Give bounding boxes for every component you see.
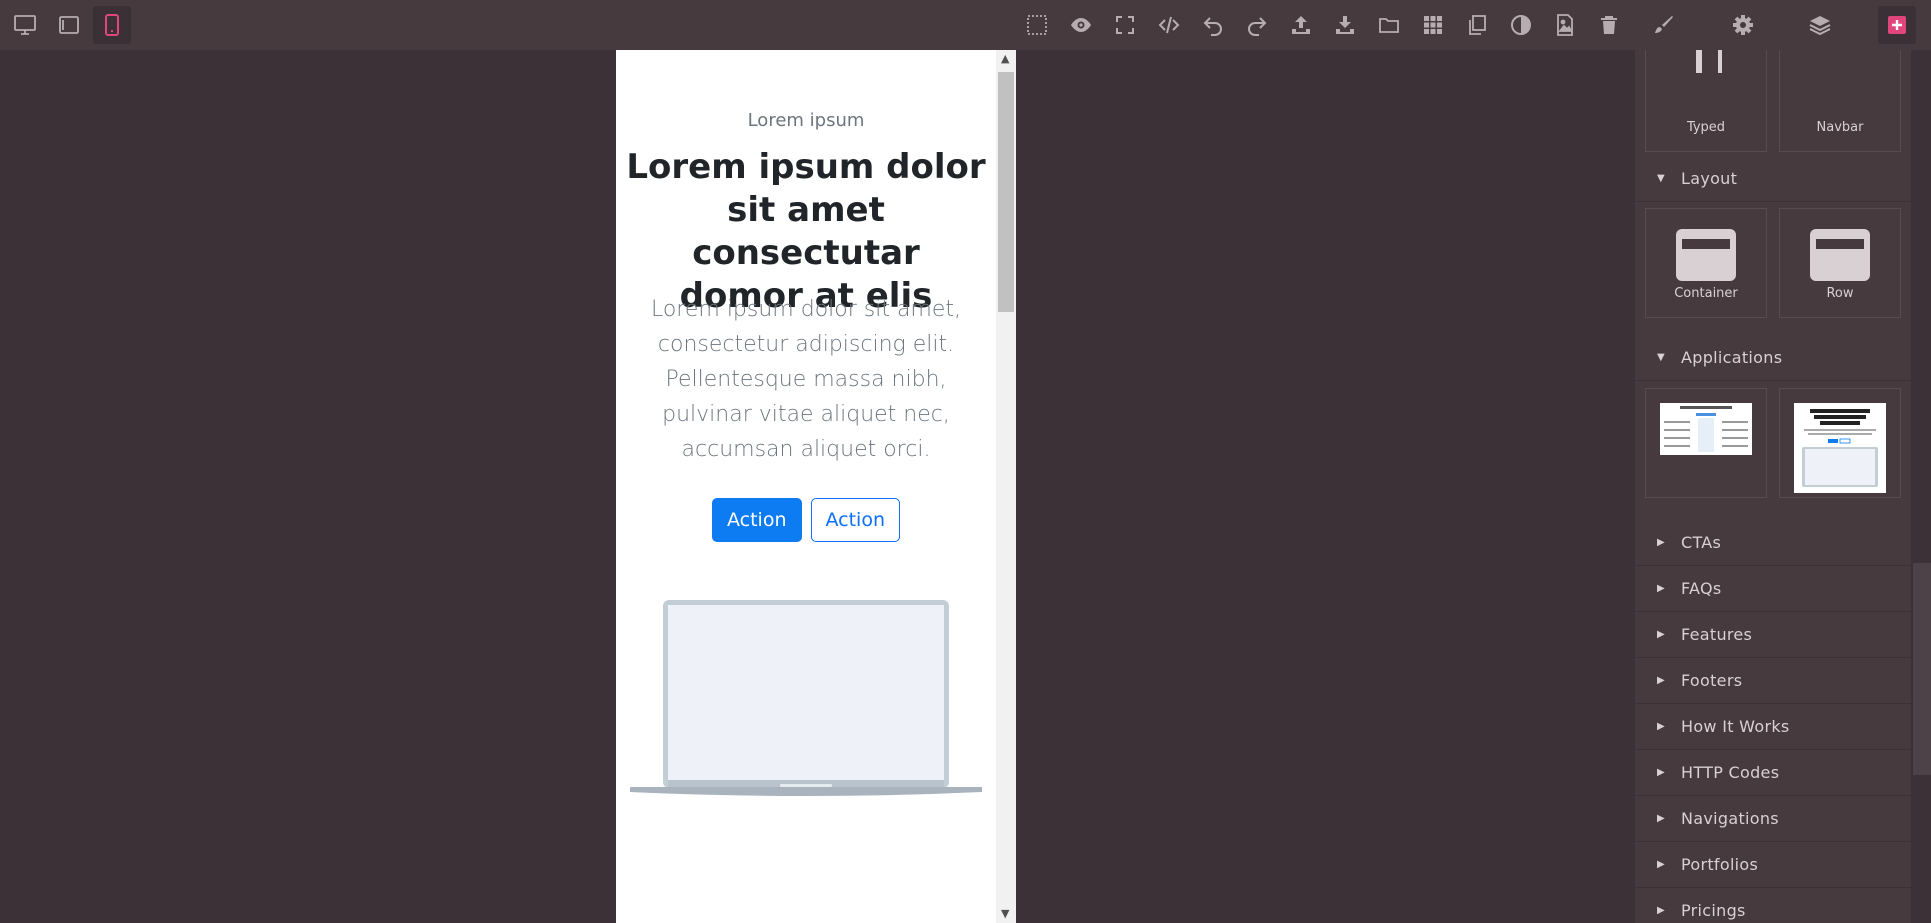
caret-right-icon: ▶	[1657, 721, 1665, 732]
category-ctas[interactable]: ▶ CTAs	[1635, 520, 1911, 566]
upload-icon[interactable]	[1282, 6, 1320, 44]
image-icon[interactable]	[1546, 6, 1584, 44]
row-icon	[1810, 229, 1870, 281]
desktop-icon[interactable]	[6, 6, 44, 44]
laptop-illustration[interactable]	[630, 600, 982, 800]
caret-right-icon: ▶	[1657, 537, 1665, 548]
caret-right-icon: ▶	[1657, 859, 1665, 870]
category-navigations[interactable]: ▶ Navigations	[1635, 796, 1911, 842]
plus-square-icon[interactable]	[1878, 6, 1916, 44]
typed-icon	[1696, 50, 1722, 73]
gear-icon[interactable]	[1724, 6, 1762, 44]
layers-icon[interactable]	[1801, 6, 1839, 44]
brush-icon[interactable]	[1645, 6, 1683, 44]
caret-right-icon: ▶	[1657, 905, 1665, 916]
block-group-top: Typed Navbar	[1635, 50, 1911, 152]
eye-icon[interactable]	[1062, 6, 1100, 44]
undo-icon[interactable]	[1194, 6, 1232, 44]
category-label: Features	[1681, 625, 1753, 644]
preview-scrollbar[interactable]: ▲ ▼	[996, 50, 1016, 923]
hero-lead[interactable]: Lorem ipsum dolor sit amet, consectetur …	[630, 292, 982, 467]
category-label: How It Works	[1681, 717, 1790, 736]
trash-icon[interactable]	[1590, 6, 1628, 44]
panel-scrollbar[interactable]	[1911, 50, 1931, 923]
hero-section[interactable]: Lorem ipsum Lorem ipsum dolor sit amet c…	[616, 50, 996, 923]
caret-right-icon: ▶	[1657, 629, 1665, 640]
category-features[interactable]: ▶ Features	[1635, 612, 1911, 658]
category-label: Footers	[1681, 671, 1743, 690]
category-http-codes[interactable]: ▶ HTTP Codes	[1635, 750, 1911, 796]
block-application-2[interactable]	[1779, 388, 1901, 498]
hero-primary-button[interactable]: Action	[711, 498, 802, 542]
block-group-layout: Container Row	[1635, 208, 1911, 318]
redo-icon[interactable]	[1238, 6, 1276, 44]
copy-icon[interactable]	[1458, 6, 1496, 44]
category-label: Layout	[1681, 169, 1738, 188]
caret-right-icon: ▶	[1657, 813, 1665, 824]
scroll-down-icon[interactable]: ▼	[1001, 907, 1009, 920]
category-label: Navigations	[1681, 809, 1779, 828]
grid-icon[interactable]	[1414, 6, 1452, 44]
category-label: HTTP Codes	[1681, 763, 1780, 782]
block-group-applications	[1635, 388, 1911, 498]
select-outline-icon[interactable]	[1018, 6, 1056, 44]
preview-scroll-thumb[interactable]	[998, 72, 1014, 312]
category-label: Applications	[1681, 348, 1783, 367]
category-label: CTAs	[1681, 533, 1722, 552]
category-label: Pricings	[1681, 901, 1746, 920]
folder-icon[interactable]	[1370, 6, 1408, 44]
container-icon	[1676, 229, 1736, 281]
category-how-it-works[interactable]: ▶ How It Works	[1635, 704, 1911, 750]
category-portfolios[interactable]: ▶ Portfolios	[1635, 842, 1911, 888]
category-footers[interactable]: ▶ Footers	[1635, 658, 1911, 704]
category-label: FAQs	[1681, 579, 1722, 598]
category-layout[interactable]: ▼ Layout	[1635, 156, 1911, 202]
blocks-panel: Typed Navbar ▼ Layout Container Row ▼ Ap…	[1635, 50, 1911, 923]
category-faqs[interactable]: ▶ FAQs	[1635, 566, 1911, 612]
scroll-up-icon[interactable]: ▲	[1001, 52, 1009, 65]
tablet-icon[interactable]	[50, 6, 88, 44]
download-icon[interactable]	[1326, 6, 1364, 44]
application-thumbnail-icon	[1660, 403, 1752, 455]
block-container[interactable]: Container	[1645, 208, 1767, 318]
top-toolbar	[0, 0, 1931, 50]
block-row[interactable]: Row	[1779, 208, 1901, 318]
code-icon[interactable]	[1150, 6, 1188, 44]
category-applications[interactable]: ▼ Applications	[1635, 335, 1911, 381]
hero-button-row: Action Action	[616, 498, 996, 542]
block-label: Typed	[1686, 120, 1726, 135]
caret-right-icon: ▶	[1657, 767, 1665, 778]
block-application-1[interactable]	[1645, 388, 1767, 498]
caret-down-icon: ▼	[1657, 173, 1665, 184]
block-navbar[interactable]: Navbar	[1779, 50, 1901, 152]
caret-down-icon: ▼	[1657, 352, 1665, 363]
category-label: Portfolios	[1681, 855, 1759, 874]
application-thumbnail-icon	[1794, 403, 1886, 493]
mobile-preview-frame[interactable]: Lorem ipsum Lorem ipsum dolor sit amet c…	[616, 50, 1016, 923]
mobile-icon[interactable]	[93, 6, 131, 44]
caret-right-icon: ▶	[1657, 675, 1665, 686]
block-label: Container	[1674, 286, 1738, 301]
block-label: Navbar	[1816, 120, 1864, 135]
panel-scroll-thumb[interactable]	[1913, 563, 1931, 775]
contrast-icon[interactable]	[1502, 6, 1540, 44]
category-pricings[interactable]: ▶ Pricings	[1635, 888, 1911, 923]
caret-right-icon: ▶	[1657, 583, 1665, 594]
block-typed[interactable]: Typed	[1645, 50, 1767, 152]
fullscreen-icon[interactable]	[1106, 6, 1144, 44]
block-label: Row	[1826, 286, 1854, 301]
hero-eyebrow[interactable]: Lorem ipsum	[616, 110, 996, 131]
hero-secondary-button[interactable]: Action	[810, 498, 901, 542]
